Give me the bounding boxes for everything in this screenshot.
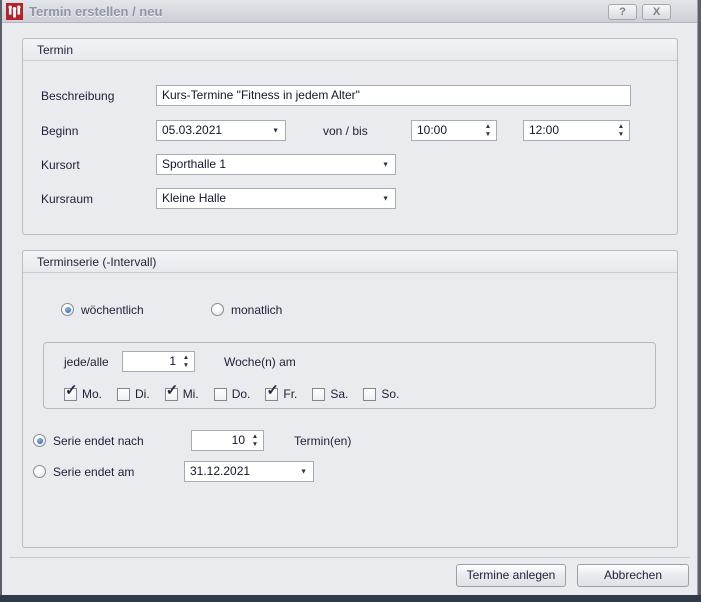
weekday-item: ✓ Di. bbox=[117, 387, 150, 401]
ends-on-radio[interactable] bbox=[33, 465, 46, 478]
close-button[interactable]: X bbox=[642, 4, 671, 20]
ends-after-spinner[interactable]: 10 ▲ ▼ bbox=[191, 430, 264, 451]
spin-down-icon[interactable]: ▼ bbox=[483, 131, 493, 139]
beginn-date-value: 05.03.2021 bbox=[162, 123, 222, 137]
spinner-arrows: ▲ ▼ bbox=[250, 432, 260, 449]
weekday-checkbox[interactable]: ✓ bbox=[117, 388, 130, 401]
spin-up-icon[interactable]: ▲ bbox=[181, 354, 191, 362]
chevron-down-icon[interactable]: ▼ bbox=[272, 127, 279, 134]
beginn-label: Beginn bbox=[41, 124, 78, 138]
weekday-label: Mi. bbox=[183, 387, 199, 401]
termin-group-header: Termin bbox=[23, 39, 677, 61]
monthly-radio-label[interactable]: monatlich bbox=[231, 303, 282, 317]
spin-up-icon[interactable]: ▲ bbox=[250, 433, 260, 441]
ends-after-value: 10 bbox=[232, 433, 245, 447]
chevron-down-icon[interactable]: ▼ bbox=[300, 468, 307, 475]
spinner-arrows: ▲ ▼ bbox=[616, 122, 626, 139]
ends-after-label[interactable]: Serie endet nach bbox=[53, 434, 144, 448]
chevron-down-icon[interactable]: ▼ bbox=[382, 161, 389, 168]
app-logo-icon bbox=[6, 3, 23, 20]
spin-down-icon[interactable]: ▼ bbox=[616, 131, 626, 139]
weekday-label: Fr. bbox=[283, 387, 297, 401]
spinner-arrows: ▲ ▼ bbox=[181, 353, 191, 370]
weekday-label: Do. bbox=[232, 387, 251, 401]
terminserie-group-header: Terminserie (-Intervall) bbox=[23, 251, 677, 273]
ends-on-date-dropdown[interactable]: 31.12.2021 ▼ bbox=[184, 461, 314, 482]
terminserie-group-title: Terminserie (-Intervall) bbox=[37, 255, 156, 269]
weekday-item: ✓ So. bbox=[363, 387, 399, 401]
ends-after-suffix-label: Termin(en) bbox=[294, 434, 351, 448]
weekday-checkbox[interactable]: ✓ bbox=[363, 388, 376, 401]
beginn-date-dropdown[interactable]: 05.03.2021 ▼ bbox=[156, 120, 286, 141]
interval-box: jede/alle 1 ▲ ▼ Woche(n) am ✓ Mo. ✓ Di. … bbox=[43, 342, 656, 409]
monthly-radio[interactable] bbox=[211, 303, 224, 316]
ends-on-label[interactable]: Serie endet am bbox=[53, 465, 134, 479]
weekday-label: So. bbox=[381, 387, 399, 401]
weekday-item: ✓ Mi. bbox=[165, 387, 199, 401]
title-bar[interactable]: Termin erstellen / neu ? X bbox=[2, 0, 697, 23]
help-button[interactable]: ? bbox=[608, 4, 637, 20]
check-icon: ✓ bbox=[166, 383, 179, 399]
beschreibung-input[interactable]: Kurs-Termine "Fitness in jedem Alter" bbox=[156, 85, 631, 106]
termin-group-title: Termin bbox=[37, 43, 73, 57]
weekday-item: ✓ Do. bbox=[214, 387, 251, 401]
spin-up-icon[interactable]: ▲ bbox=[483, 123, 493, 131]
weekday-label: Di. bbox=[135, 387, 150, 401]
check-icon: ✓ bbox=[266, 383, 279, 399]
spinner-arrows: ▲ ▼ bbox=[483, 122, 493, 139]
von-time-spinner[interactable]: 10:00 ▲ ▼ bbox=[411, 120, 497, 141]
beschreibung-label: Beschreibung bbox=[41, 89, 114, 103]
kursort-value: Sporthalle 1 bbox=[162, 157, 226, 171]
termin-group: Termin Beschreibung Kurs-Termine "Fitnes… bbox=[22, 38, 678, 235]
kursraum-dropdown[interactable]: Kleine Halle ▼ bbox=[156, 188, 396, 209]
weekday-label: Sa. bbox=[330, 387, 348, 401]
spin-down-icon[interactable]: ▼ bbox=[250, 441, 260, 449]
weekly-radio[interactable] bbox=[61, 303, 74, 316]
spin-up-icon[interactable]: ▲ bbox=[616, 123, 626, 131]
weekday-checkbox[interactable]: ✓ bbox=[312, 388, 325, 401]
ends-after-radio[interactable] bbox=[33, 434, 46, 447]
dialog-window: Termin erstellen / neu ? X Termin Beschr… bbox=[0, 0, 701, 602]
window-border-right bbox=[697, 0, 701, 602]
interval-spinner[interactable]: 1 ▲ ▼ bbox=[122, 351, 195, 372]
weekday-checkbox[interactable]: ✓ bbox=[165, 388, 178, 401]
chevron-down-icon[interactable]: ▼ bbox=[382, 195, 389, 202]
weekday-item: ✓ Fr. bbox=[265, 387, 297, 401]
kursort-label: Kursort bbox=[41, 158, 80, 172]
window-border-left bbox=[0, 0, 2, 602]
von-bis-label: von / bis bbox=[323, 124, 368, 138]
spin-down-icon[interactable]: ▼ bbox=[181, 362, 191, 370]
interval-label: jede/alle bbox=[64, 355, 109, 369]
footer-separator bbox=[10, 557, 690, 558]
weekly-radio-label[interactable]: wöchentlich bbox=[81, 303, 144, 317]
bis-time-spinner[interactable]: 12:00 ▲ ▼ bbox=[523, 120, 630, 141]
window-border-bottom bbox=[0, 595, 701, 602]
weekday-checkbox[interactable]: ✓ bbox=[214, 388, 227, 401]
bis-time-value: 12:00 bbox=[529, 123, 559, 137]
window-title: Termin erstellen / neu bbox=[29, 4, 162, 19]
weekday-checkbox[interactable]: ✓ bbox=[64, 388, 77, 401]
ends-on-date-value: 31.12.2021 bbox=[190, 464, 250, 478]
kursraum-label: Kursraum bbox=[41, 192, 93, 206]
check-icon: ✓ bbox=[65, 383, 78, 399]
weekday-label: Mo. bbox=[82, 387, 102, 401]
terminserie-group: Terminserie (-Intervall) wöchentlich mon… bbox=[22, 250, 678, 548]
create-appointments-button[interactable]: Termine anlegen bbox=[456, 564, 566, 587]
kursraum-value: Kleine Halle bbox=[162, 191, 226, 205]
von-time-value: 10:00 bbox=[417, 123, 447, 137]
weekday-item: ✓ Sa. bbox=[312, 387, 348, 401]
weekday-checkbox[interactable]: ✓ bbox=[265, 388, 278, 401]
weekday-item: ✓ Mo. bbox=[64, 387, 102, 401]
interval-value: 1 bbox=[169, 354, 176, 368]
weekday-row: ✓ Mo. ✓ Di. ✓ Mi. ✓ Do. ✓ Fr. ✓ Sa. ✓ bbox=[64, 387, 414, 401]
interval-suffix-label: Woche(n) am bbox=[224, 355, 296, 369]
cancel-button[interactable]: Abbrechen bbox=[577, 564, 689, 587]
kursort-dropdown[interactable]: Sporthalle 1 ▼ bbox=[156, 154, 396, 175]
